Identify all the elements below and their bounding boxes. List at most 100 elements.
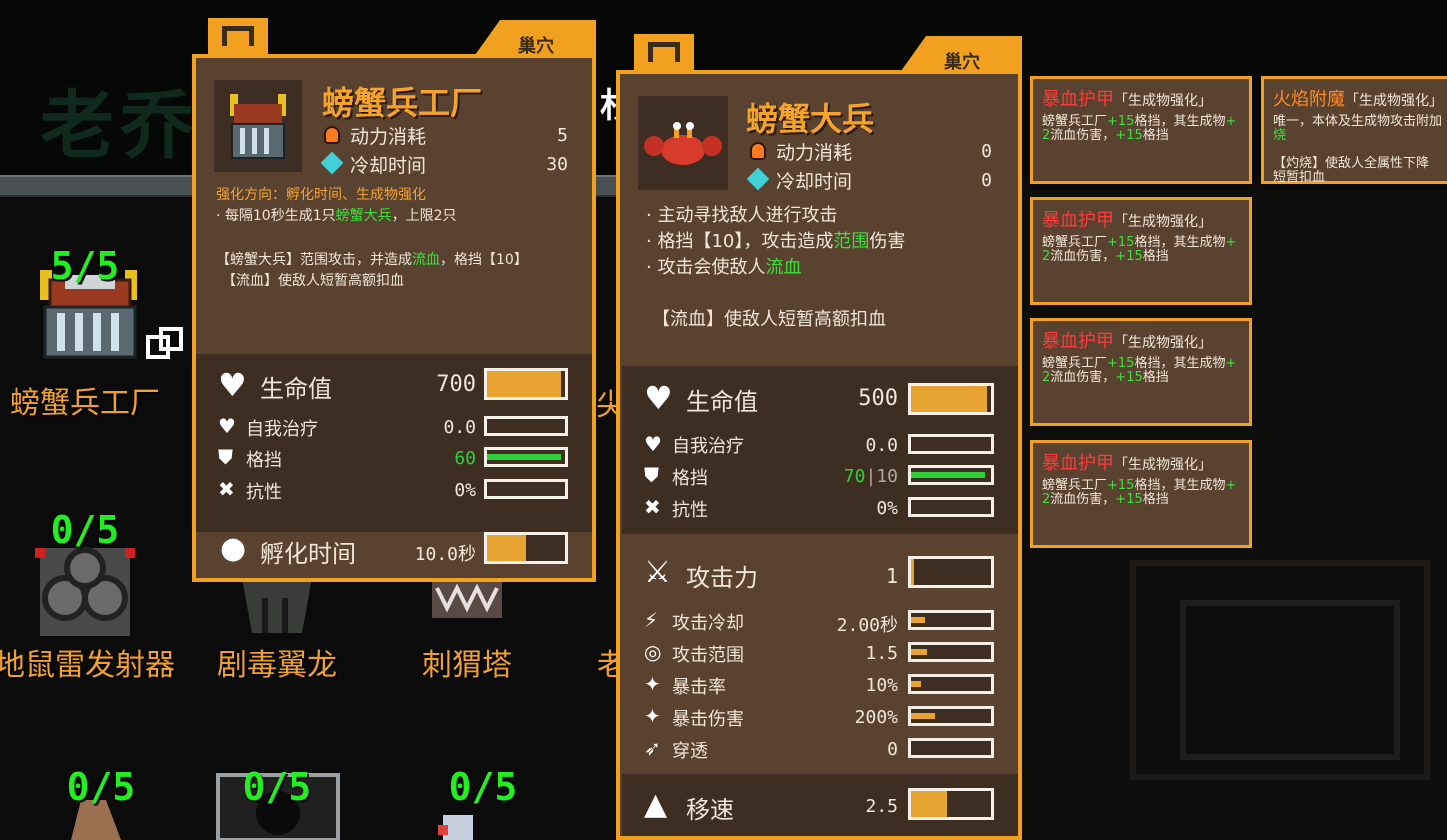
enchant-description: 唯一，本体及生成物攻击附加烧【灼烧】使敌人全属性下降 短暂扣血 (1273, 114, 1443, 185)
tower-name: 螃蟹兵工厂 (10, 386, 160, 421)
panel-tab-handle (208, 18, 268, 58)
behavior-line: · 攻击会使敌人流血 (646, 257, 802, 278)
enchant-title: 火焰附魔「生成物强化」 (1273, 89, 1443, 110)
upgrade-direction: 强化方向：孵化时间、生成物强化 (216, 187, 426, 203)
unit-note: 【螃蟹大兵】范围攻击，并造成流血，格挡【10】 (216, 252, 528, 268)
soldier-info-panel: 巢穴 螃蟹大兵 动力消耗 0 冷却时间 0 · 主动寻找敌人进行攻击 · 格挡【… (616, 30, 1022, 840)
tower-count: 0/5 (66, 765, 136, 809)
block-bar (908, 465, 994, 485)
heal-icon: ♥ (218, 414, 236, 438)
background-structure-inner (1180, 600, 1400, 760)
speed-bar-fill (911, 791, 947, 817)
resist-bar (484, 479, 568, 499)
pierce-label: 穿透 (672, 741, 708, 762)
tower-slot-hedgehog[interactable]: 刺猬塔 (372, 578, 562, 683)
resist-bar (908, 497, 994, 517)
tower-name: 剧毒翼龙 (217, 648, 337, 683)
tower-slot-poison-dragon[interactable]: 剧毒翼龙 (182, 578, 372, 683)
shield-icon: ⛊ (218, 445, 233, 469)
tower-count: 5/5 (50, 244, 120, 288)
poison-dragon-sprite (242, 578, 312, 633)
cooldown-label: 冷却时间 (350, 155, 427, 177)
power-value: 5 (557, 125, 568, 146)
atk-cd-label: 攻击冷却 (672, 613, 744, 634)
critdmg-bar (908, 706, 994, 726)
crab-factory-icon (214, 80, 302, 172)
crit-label: 暴击率 (672, 677, 726, 698)
crit-icon: ✦ (644, 672, 661, 696)
resist-value: 0% (876, 498, 898, 519)
range-icon: ◎ (644, 640, 662, 664)
heal-bar (484, 416, 568, 436)
flame-icon (324, 126, 340, 144)
bleed-note: 【流血】使敌人短暂高额扣血 (222, 273, 404, 289)
atk-cd-bar (908, 610, 994, 630)
enchant-title: 暴血护甲「生成物强化」 (1042, 331, 1212, 352)
hatch-bar-fill (487, 535, 526, 561)
nest-icon (222, 26, 254, 46)
heal-label: 自我治疗 (246, 419, 318, 440)
egg-icon: ● (220, 531, 247, 566)
mole-mine-sprite (35, 547, 135, 636)
bleed-note: 【流血】使敌人短暂高额扣血 (652, 309, 886, 330)
crit-damage-icon: ✦ (644, 704, 661, 728)
enchant-card[interactable]: 暴血护甲「生成物强化」 螃蟹兵工厂+15格挡，其生成物+ 2流血伤害，+15格挡 (1030, 440, 1252, 548)
tower-slot-crab-factory[interactable]: 5/5 螃蟹兵工厂 (0, 230, 183, 430)
shield-icon: ⛊ (644, 463, 659, 487)
spawn-description: · 每隔10秒生成1只螃蟹大兵，上限2只 (216, 208, 457, 224)
panel-title: 螃蟹兵工厂 (322, 84, 483, 122)
tower-slot-locked[interactable]: 0/5 (6, 765, 196, 840)
cooldown-label: 冷却时间 (776, 171, 853, 193)
boot-icon: ▲ (644, 787, 668, 822)
panel-tab-handle (634, 34, 694, 74)
enchant-description: 螃蟹兵工厂+15格挡，其生成物+ 2流血伤害，+15格挡 (1042, 235, 1237, 264)
tower-sprite (438, 815, 473, 840)
hatch-label: 孵化时间 (260, 540, 356, 568)
hp-bar (484, 368, 568, 400)
pierce-icon: ➶ (644, 736, 661, 760)
range-label: 攻击范围 (672, 645, 744, 666)
enchant-card[interactable]: 暴血护甲「生成物强化」 螃蟹兵工厂+15格挡，其生成物+ 2流血伤害，+15格挡 (1030, 318, 1252, 426)
block-value: 70|10 (843, 466, 898, 487)
tower-slot-mole-mine[interactable]: 0/5 地鼠雷发射器 (0, 508, 180, 683)
range-bar-fill (911, 649, 927, 655)
crit-value: 10% (865, 675, 898, 696)
flame-icon (750, 142, 766, 160)
atk-value: 1 (885, 564, 898, 588)
range-value: 1.5 (865, 643, 898, 664)
pierce-value: 0 (887, 739, 898, 760)
enchant-card[interactable]: 暴血护甲「生成物强化」 螃蟹兵工厂+15格挡，其生成物+ 2流血伤害，+15格挡 (1030, 76, 1252, 184)
background-ghost-text: 老乔 (40, 83, 200, 169)
atk-bar-fill (911, 559, 915, 585)
enchant-title: 暴血护甲「生成物强化」 (1042, 89, 1212, 110)
heal-label: 自我治疗 (672, 436, 744, 457)
hp-value: 700 (436, 372, 476, 397)
tower-slot-locked[interactable]: 0/5 (388, 765, 578, 840)
enchant-card[interactable]: 暴血护甲「生成物强化」 螃蟹兵工厂+15格挡，其生成物+ 2流血伤害，+15格挡 (1030, 197, 1252, 305)
crit-bar-fill (911, 681, 921, 687)
block-bar-fill (487, 454, 562, 460)
resist-label: 抗性 (672, 500, 708, 521)
hp-bar-fill (487, 371, 562, 397)
link-icon (146, 327, 183, 359)
speed-bar (908, 788, 994, 820)
tower-slot-locked[interactable]: 0/5 (182, 765, 372, 840)
power-value: 0 (981, 141, 992, 162)
hatch-value: 10.0秒 (414, 544, 476, 565)
atk-cd-bar-fill (911, 617, 926, 623)
enchant-title: 暴血护甲「生成物强化」 (1042, 453, 1212, 474)
hp-bar-fill (911, 386, 987, 412)
cooldown-value: 30 (546, 154, 568, 175)
power-label: 动力消耗 (776, 142, 853, 164)
heal-bar (908, 434, 994, 454)
fire-enchant-card[interactable]: 火焰附魔「生成物强化」 唯一，本体及生成物攻击附加烧【灼烧】使敌人全属性下降 短暂… (1261, 76, 1447, 185)
heal-value: 0.0 (443, 417, 476, 438)
hp-label: 生命值 (686, 388, 758, 416)
heal-icon: ♥ (644, 432, 662, 456)
critdmg-value: 200% (854, 707, 898, 728)
tower-count: 0/5 (50, 508, 120, 552)
block-label: 格挡 (672, 468, 708, 489)
panel-title: 螃蟹大兵 (746, 100, 875, 138)
hp-value: 500 (858, 386, 898, 411)
block-bar (484, 447, 568, 467)
